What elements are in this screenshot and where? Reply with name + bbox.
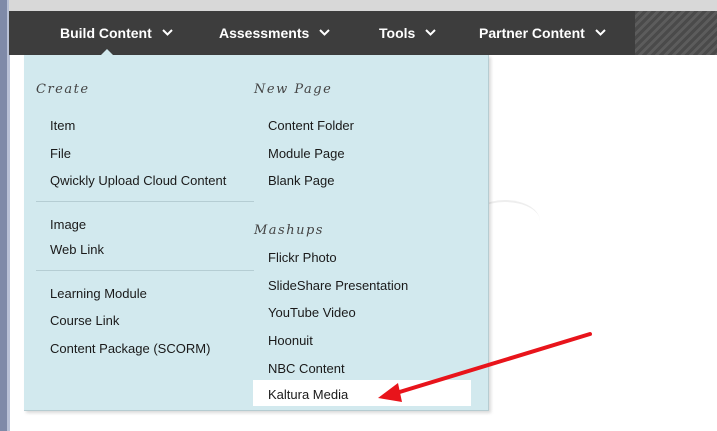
red-arrow-icon [378, 332, 592, 402]
